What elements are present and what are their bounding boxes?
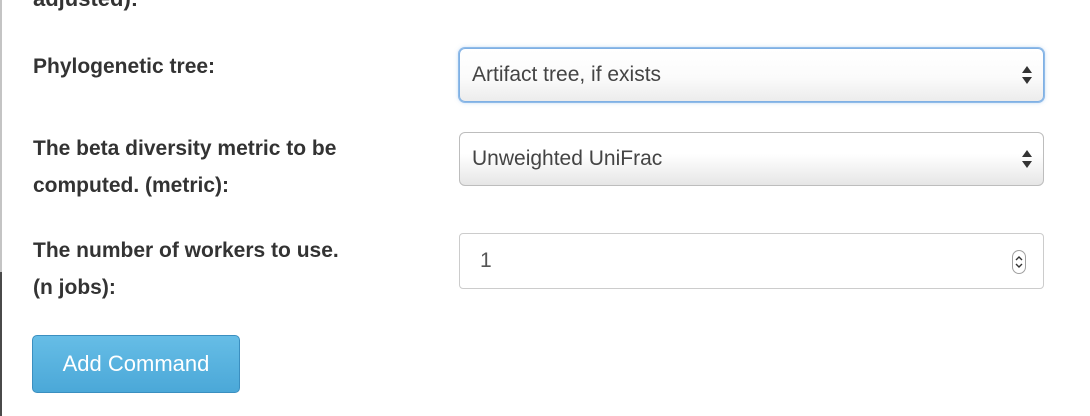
beta-metric-label-line1: The beta diversity metric to be	[33, 137, 337, 160]
n-jobs-label-line1: The number of workers to use.	[33, 239, 339, 262]
updown-arrows-icon	[1022, 66, 1032, 84]
add-command-button[interactable]: Add Command	[32, 335, 240, 393]
beta-metric-select[interactable]: Unweighted UniFrac	[459, 132, 1044, 186]
left-border	[0, 0, 2, 272]
n-jobs-label: The number of workers to use. (n jobs):	[33, 232, 413, 306]
phylogenetic-tree-select[interactable]: Artifact tree, if exists	[459, 48, 1044, 102]
n-jobs-value: 1	[480, 249, 492, 272]
phylogenetic-tree-label: Phylogenetic tree:	[33, 48, 413, 85]
n-jobs-label-line2: (n jobs):	[33, 276, 116, 299]
beta-metric-label-line2: computed. (metric):	[33, 174, 230, 197]
updown-arrows-icon	[1022, 150, 1032, 168]
previous-field-label: adjusted):	[33, 0, 138, 12]
left-border-dark	[0, 272, 2, 416]
phylogenetic-tree-label-text: Phylogenetic tree:	[33, 55, 216, 78]
phylogenetic-tree-selected-value: Artifact tree, if exists	[472, 63, 662, 86]
beta-metric-selected-value: Unweighted UniFrac	[472, 147, 663, 170]
chevron-up-down-icon	[1015, 256, 1023, 268]
beta-metric-label: The beta diversity metric to be computed…	[33, 130, 413, 204]
n-jobs-input[interactable]: 1	[459, 233, 1044, 289]
spinner-arrows-icon[interactable]	[1012, 250, 1026, 274]
